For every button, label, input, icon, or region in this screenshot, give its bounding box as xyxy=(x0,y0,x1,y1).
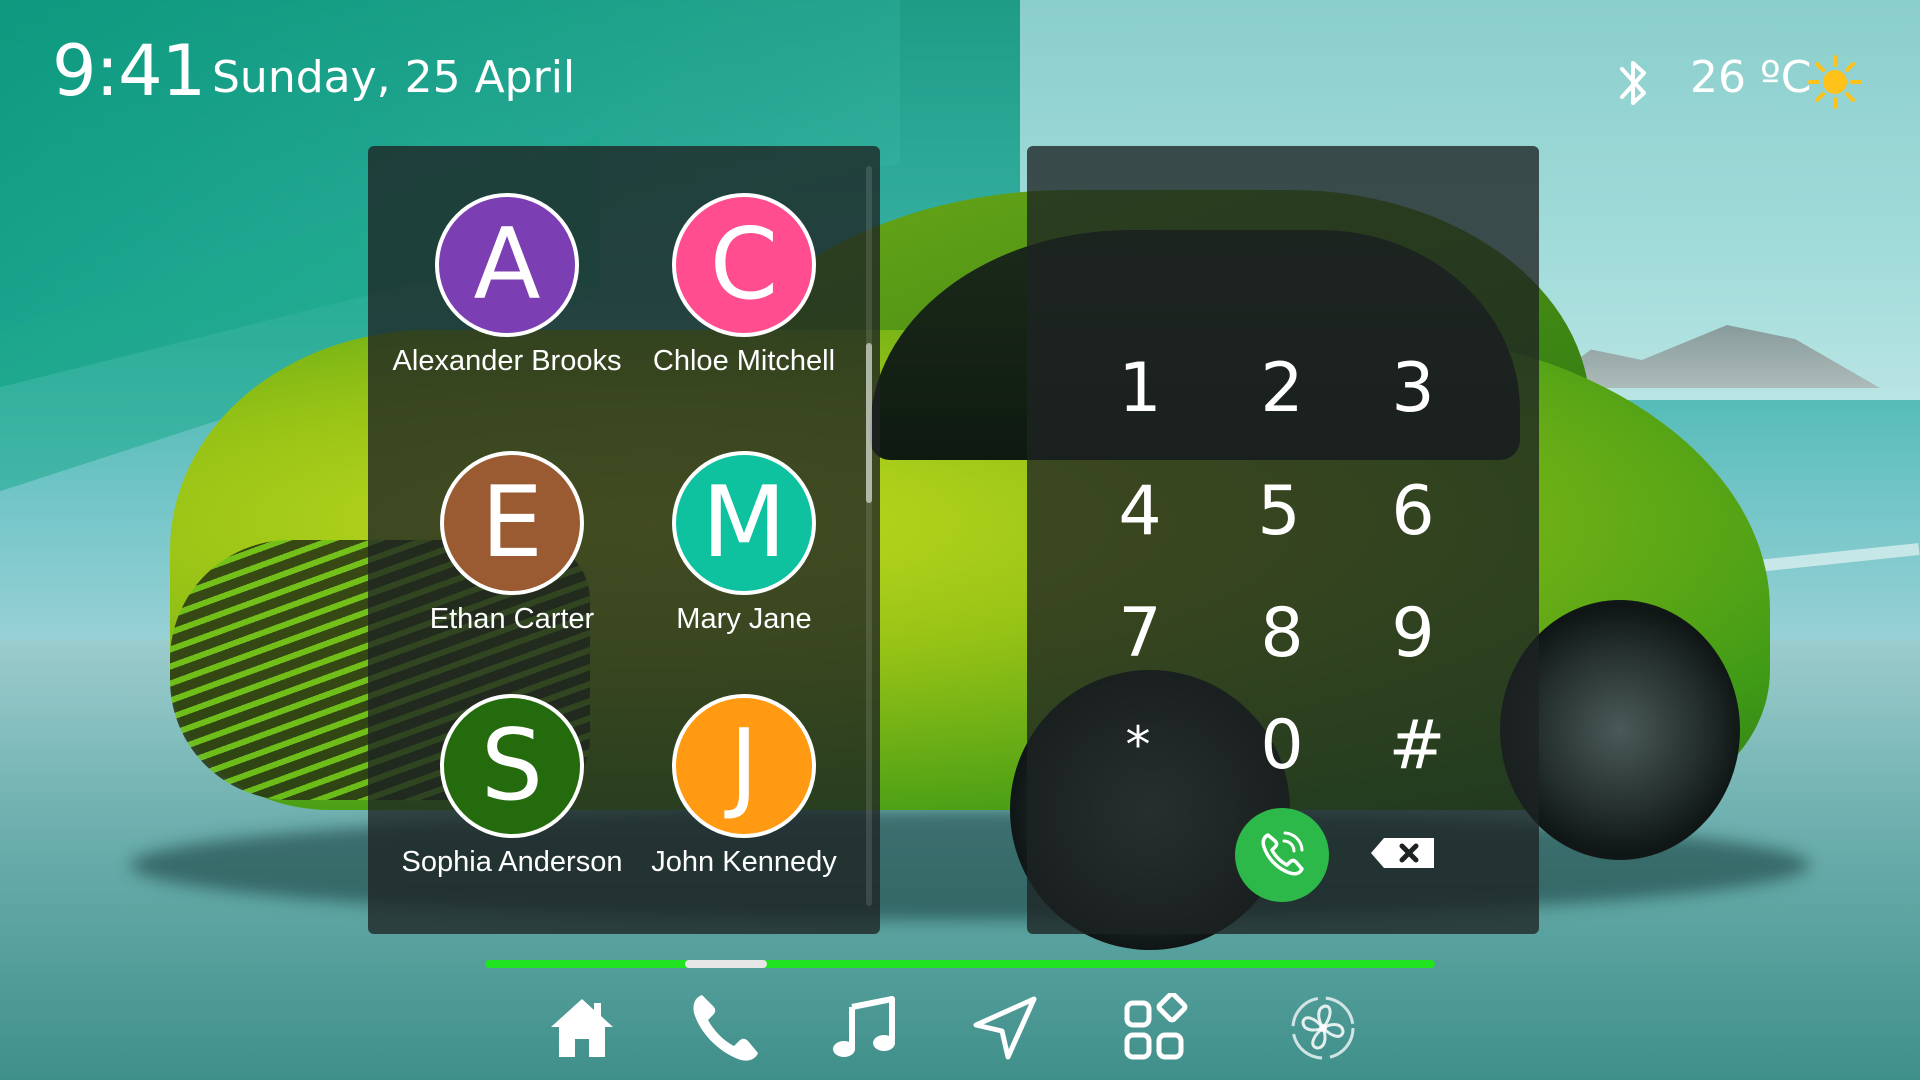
clock: 9:41 xyxy=(52,30,206,112)
dial-key-5[interactable]: 5 xyxy=(1219,478,1339,546)
dock-navigation[interactable] xyxy=(965,988,1045,1068)
dial-key-4[interactable]: 4 xyxy=(1080,478,1200,546)
dial-key-0[interactable]: 0 xyxy=(1222,712,1342,780)
bluetooth-icon[interactable] xyxy=(1618,55,1650,111)
dial-key-3[interactable]: 3 xyxy=(1353,355,1473,423)
dock-climate[interactable] xyxy=(1283,988,1363,1068)
background-scene xyxy=(0,0,1920,1080)
dock-music[interactable] xyxy=(823,988,903,1068)
dial-key-star[interactable]: * xyxy=(1078,720,1198,770)
dial-key-1[interactable]: 1 xyxy=(1080,355,1200,423)
avatar: A xyxy=(435,193,579,337)
contact-mary-jane[interactable]: M Mary Jane xyxy=(624,451,864,636)
dock-apps[interactable] xyxy=(1116,988,1196,1068)
music-icon xyxy=(833,996,895,1057)
avatar: J xyxy=(672,694,816,838)
contact-alexander-brooks[interactable]: A Alexander Brooks xyxy=(387,193,627,378)
date: Sunday, 25 April xyxy=(212,52,576,103)
contact-chloe-mitchell[interactable]: C Chloe Mitchell xyxy=(624,193,864,378)
dial-key-hash[interactable]: # xyxy=(1357,712,1477,780)
contact-name: Mary Jane xyxy=(676,603,812,635)
contact-name: Chloe Mitchell xyxy=(652,345,836,377)
avatar: C xyxy=(672,193,816,337)
contact-john-kennedy[interactable]: J John Kennedy xyxy=(624,694,864,879)
contact-name: Sophia Anderson xyxy=(401,846,623,878)
avatar: M xyxy=(672,451,816,595)
page-indicator-active xyxy=(685,960,767,968)
avatar: S xyxy=(440,694,584,838)
dock-phone[interactable] xyxy=(685,988,765,1068)
dial-key-8[interactable]: 8 xyxy=(1222,600,1342,668)
contact-ethan-carter[interactable]: E Ethan Carter xyxy=(392,451,632,636)
contacts-scroll-track[interactable] xyxy=(866,166,872,906)
avatar: E xyxy=(440,451,584,595)
dial-key-7[interactable]: 7 xyxy=(1080,600,1200,668)
contacts-scrollbar[interactable] xyxy=(866,343,872,503)
home-icon xyxy=(551,999,613,1057)
phone-icon xyxy=(693,995,758,1061)
dial-key-6[interactable]: 6 xyxy=(1353,478,1473,546)
phone-call-icon xyxy=(1261,831,1304,876)
apps-icon xyxy=(1124,993,1188,1060)
call-button[interactable] xyxy=(1235,808,1329,902)
dial-key-2[interactable]: 2 xyxy=(1222,355,1342,423)
backspace-icon[interactable] xyxy=(1370,836,1436,870)
sun-icon xyxy=(1808,55,1862,109)
page-indicator xyxy=(485,960,1435,968)
contact-name: John Kennedy xyxy=(651,846,837,878)
dial-key-9[interactable]: 9 xyxy=(1353,600,1473,668)
fan-icon xyxy=(1291,996,1355,1060)
contact-name: Alexander Brooks xyxy=(392,345,622,377)
status-bar: 9:41 Sunday, 25 April 26 ºC xyxy=(0,0,1920,140)
navigation-icon xyxy=(973,996,1037,1060)
dock-home[interactable] xyxy=(542,988,622,1068)
contact-sophia-anderson[interactable]: S Sophia Anderson xyxy=(392,694,632,879)
contact-name: Ethan Carter xyxy=(429,603,595,635)
temperature: 26 ºC xyxy=(1690,52,1812,103)
